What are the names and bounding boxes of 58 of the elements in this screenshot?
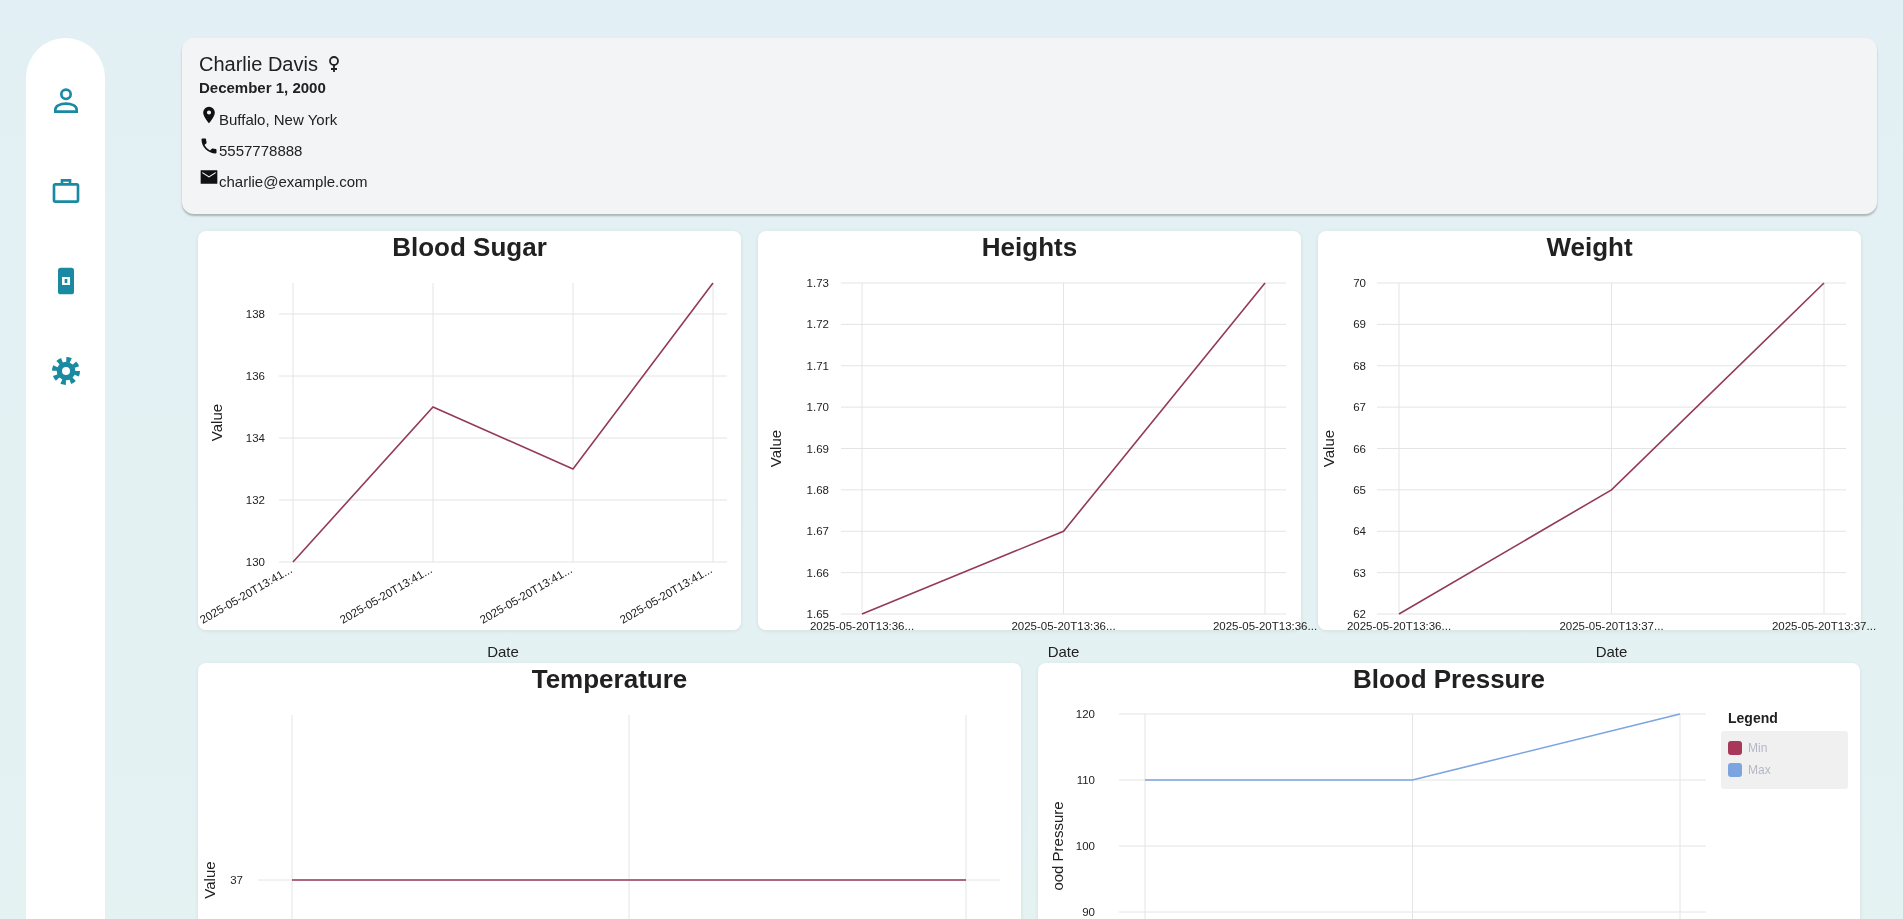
y-tick-label: 138 bbox=[245, 308, 265, 320]
chart-title: Temperature bbox=[531, 663, 688, 695]
y-axis-label: ood Pressure bbox=[1049, 801, 1066, 891]
phone-icon bbox=[199, 136, 219, 156]
x-tick-label: 2025-05-20T13:36... bbox=[1011, 620, 1116, 632]
y-tick-label: 132 bbox=[245, 494, 265, 506]
y-tick-label: 90 bbox=[1082, 906, 1095, 918]
chart-title: Blood Pressure bbox=[1352, 663, 1546, 695]
x-axis-label: Date bbox=[1047, 643, 1080, 660]
birth-date: December 1, 2000 bbox=[199, 79, 326, 96]
legend-title: Legend bbox=[1728, 710, 1778, 726]
x-tick-label: 2025-05-20T13:36... bbox=[809, 620, 915, 632]
y-axis-label: Value bbox=[208, 403, 225, 442]
x-axis-label: Date bbox=[487, 643, 519, 660]
value-annotation: 37 bbox=[230, 874, 243, 886]
phone-number: 5557778888 bbox=[219, 142, 303, 160]
patient-name: Charlie Davis bbox=[199, 52, 318, 76]
y-tick-label: 1.66 bbox=[806, 566, 829, 579]
y-tick-label: 134 bbox=[245, 432, 265, 444]
y-tick-label: 1.68 bbox=[806, 483, 829, 496]
legend-item[interactable]: Min bbox=[1728, 737, 1768, 759]
y-tick-label: 100 bbox=[1075, 840, 1095, 852]
y-tick-label: 1.65 bbox=[806, 608, 829, 620]
y-tick-label: 120 bbox=[1075, 708, 1095, 720]
y-tick-label: 69 bbox=[1353, 318, 1366, 331]
y-tick-label: 63 bbox=[1353, 566, 1366, 579]
y-tick-label: 1.67 bbox=[806, 525, 829, 538]
email-address: charlie@example.com bbox=[219, 173, 368, 191]
y-tick-label: 67 bbox=[1353, 401, 1366, 414]
y-tick-label: 70 bbox=[1353, 277, 1366, 289]
y-tick-label: 1.70 bbox=[806, 401, 829, 414]
y-tick-label: 1.72 bbox=[806, 318, 829, 331]
envelope-icon bbox=[199, 167, 219, 187]
y-tick-label: 62 bbox=[1353, 608, 1366, 620]
y-axis-label: Value bbox=[201, 861, 218, 899]
y-tick-label: 1.73 bbox=[806, 277, 829, 289]
chart-title: Weight bbox=[1546, 231, 1633, 263]
x-axis-label: Date bbox=[1595, 643, 1628, 660]
settings-icon[interactable] bbox=[49, 355, 82, 387]
y-axis-label: Value bbox=[1320, 429, 1337, 468]
y-tick-label: 68 bbox=[1353, 359, 1366, 372]
y-axis-label: Value bbox=[767, 429, 784, 468]
y-tick-label: 1.71 bbox=[806, 359, 829, 372]
y-tick-label: 65 bbox=[1353, 483, 1366, 496]
x-tick-label: 2025-05-20T13:36... bbox=[1346, 620, 1452, 632]
location-text: Buffalo, New York bbox=[219, 111, 338, 129]
x-tick-label: 2025-05-20T13:37... bbox=[1559, 620, 1664, 632]
x-tick-label: 2025-05-20T13:36... bbox=[1212, 620, 1318, 632]
y-tick-label: 66 bbox=[1353, 442, 1366, 455]
y-tick-label: 64 bbox=[1353, 525, 1366, 538]
y-tick-label: 1.69 bbox=[806, 442, 829, 455]
y-tick-label: 136 bbox=[245, 370, 265, 382]
x-tick-label: 2025-05-20T13:37... bbox=[1771, 620, 1877, 632]
y-tick-label: 130 bbox=[245, 556, 265, 568]
chart-title: Heights bbox=[981, 231, 1078, 263]
chart-title: Blood Sugar bbox=[392, 231, 547, 263]
legend-item[interactable]: Max bbox=[1728, 759, 1771, 781]
y-tick-label: 110 bbox=[1076, 774, 1095, 786]
